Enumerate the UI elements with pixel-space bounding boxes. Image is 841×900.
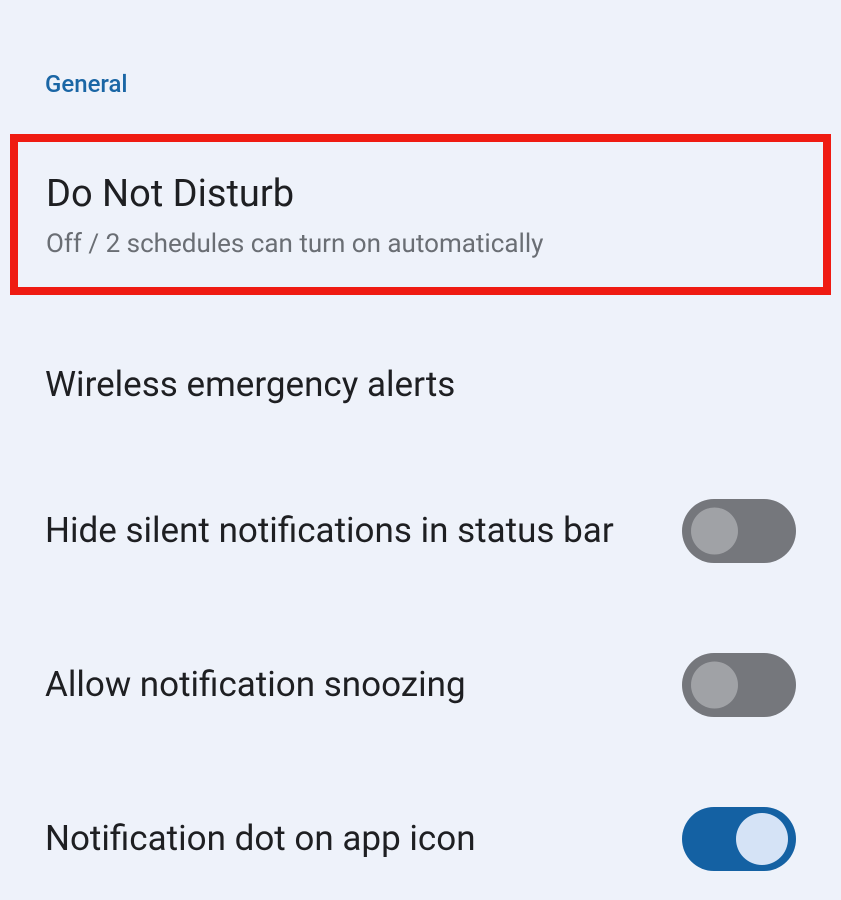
item-title: Do Not Disturb: [46, 170, 775, 219]
setting-allow-notification-snoozing[interactable]: Allow notification snoozing: [0, 627, 841, 743]
item-title: Notification dot on app icon: [45, 815, 662, 862]
setting-notification-dot[interactable]: Notification dot on app icon: [0, 781, 841, 897]
toggle-thumb: [691, 507, 738, 554]
item-text: Wireless emergency alerts: [45, 361, 796, 408]
setting-hide-silent-notifications[interactable]: Hide silent notifications in status bar: [0, 473, 841, 589]
item-title: Hide silent notifications in status bar: [45, 507, 662, 554]
toggle-thumb: [691, 661, 738, 708]
section-header-general: General: [0, 70, 841, 98]
toggle-notification-dot[interactable]: [682, 807, 796, 871]
toggle-thumb: [736, 813, 788, 865]
toggle-allow-notification-snoozing[interactable]: [682, 653, 796, 717]
item-title: Wireless emergency alerts: [45, 361, 776, 408]
item-title: Allow notification snoozing: [45, 661, 662, 708]
item-text: Hide silent notifications in status bar: [45, 507, 682, 554]
item-text: Allow notification snoozing: [45, 661, 682, 708]
setting-do-not-disturb[interactable]: Do Not Disturb Off / 2 schedules can tur…: [10, 134, 831, 295]
item-subtitle: Off / 2 schedules can turn on automatica…: [46, 229, 775, 259]
toggle-hide-silent-notifications[interactable]: [682, 499, 796, 563]
setting-wireless-emergency-alerts[interactable]: Wireless emergency alerts: [0, 335, 841, 434]
item-text: Do Not Disturb Off / 2 schedules can tur…: [46, 170, 795, 259]
settings-container: General Do Not Disturb Off / 2 schedules…: [0, 0, 841, 897]
item-text: Notification dot on app icon: [45, 815, 682, 862]
